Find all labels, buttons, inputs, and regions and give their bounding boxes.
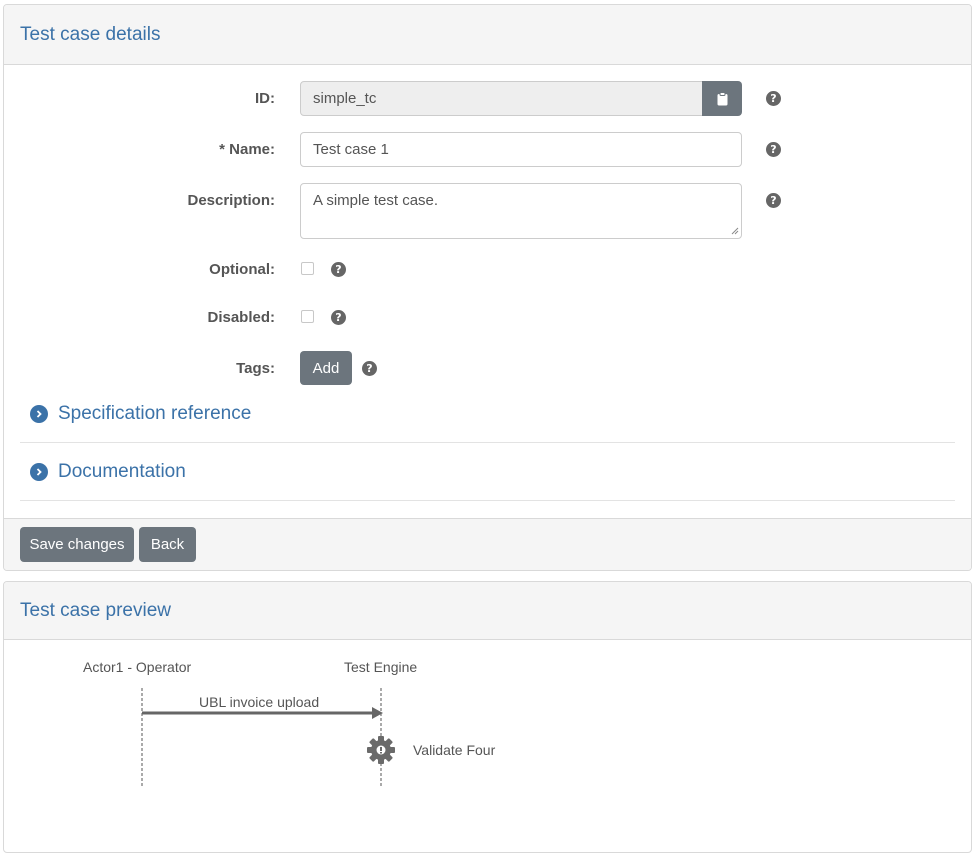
documentation-section[interactable]: Documentation [20,443,955,501]
name-help-icon[interactable]: ? [766,142,781,157]
optional-help-icon[interactable]: ? [331,262,346,277]
disabled-help-icon[interactable]: ? [331,310,346,325]
id-field[interactable]: simple_tc [300,81,703,116]
panel-title: Test case details [20,23,161,45]
panel-footer: Save changes Back [4,518,971,570]
add-tag-button[interactable]: Add [300,351,352,385]
message-label: UBL invoice upload [199,694,320,710]
specification-reference-section[interactable]: Specification reference [20,385,955,443]
clipboard-icon [717,91,727,105]
description-label: Description: [187,192,275,209]
copy-id-button[interactable] [702,81,742,116]
disabled-label: Disabled: [207,309,275,326]
tags-label: Tags: [236,360,275,377]
sequence-diagram [141,688,395,788]
chevron-right-icon [30,462,48,481]
id-label: ID: [255,90,275,107]
gear-icon [367,736,395,764]
optional-checkbox[interactable] [301,262,314,275]
id-help-icon[interactable]: ? [766,91,781,106]
documentation-title: Documentation [58,460,186,482]
panel-heading: Test case details [4,5,971,65]
save-changes-button[interactable]: Save changes [20,527,134,562]
optional-label: Optional: [209,261,275,278]
specification-reference-title: Specification reference [58,402,252,424]
description-help-icon[interactable]: ? [766,193,781,208]
tags-help-icon[interactable]: ? [362,361,377,376]
resize-handle-icon[interactable] [731,227,739,235]
step-label: Validate Four [413,742,496,758]
disabled-checkbox[interactable] [301,310,314,323]
description-field[interactable]: A simple test case. [300,183,742,239]
name-field[interactable]: Test case 1 [300,132,742,167]
chevron-right-icon [30,404,48,423]
name-label: * Name: [219,141,275,158]
test-case-details-panel: Test case details ID: simple_tc ? * Name… [3,4,972,571]
back-button[interactable]: Back [139,527,196,562]
test-case-preview-panel: Test case preview Actor1 - Operator Test… [3,581,972,853]
